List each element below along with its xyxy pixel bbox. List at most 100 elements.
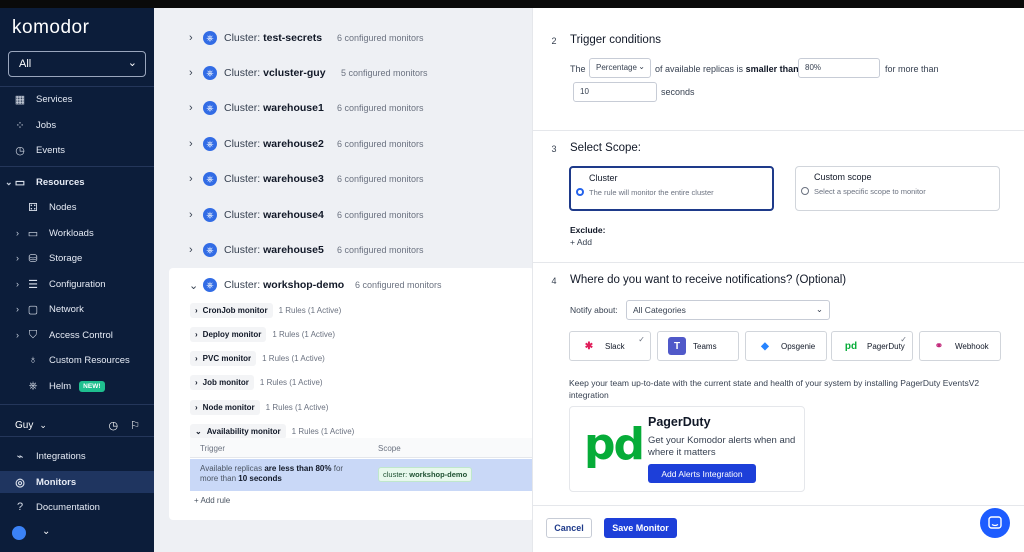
sidebar-item-network[interactable]: › ▢ Network [0,298,154,320]
kubernetes-icon: ⎈ [203,243,217,257]
monitor-count: 6 configured monitors [337,174,424,184]
add-alerts-integration-button[interactable]: Add Alerts Integration [648,464,756,483]
table-row[interactable]: Available replicas are less than 80% for… [190,459,532,491]
chevron-down-icon: ⌄ [815,304,823,314]
chevron-right-icon: › [16,253,19,263]
monitor-row[interactable]: › Deploy monitor 1 Rules (1 Active) [190,326,335,342]
sidebar-item-jobs[interactable]: ⁘ Jobs [0,114,154,136]
user-menu[interactable]: Guy ⌄ ◷ ⚐ [15,419,140,432]
plug-icon: ⌁ [16,450,24,463]
sidebar-item-resources[interactable]: ⌄ ▭ Resources [0,171,154,193]
seconds-input[interactable]: 10 [573,82,657,102]
bulb-icon: ♁ [28,354,38,366]
history-icon[interactable]: ◷ [109,419,119,432]
cluster-name: vcluster-guy [263,67,326,79]
sidebar-item-integrations[interactable]: ⌁ Integrations [0,445,154,467]
divider [533,262,1024,263]
monitor-row[interactable]: › CronJob monitor 1 Rules (1 Active) [190,302,341,318]
sidebar-item-helm[interactable]: ⎈ Helm NEW! [0,375,154,397]
teams-icon: T [668,337,686,355]
chevron-down-icon[interactable]: ⌄ [42,526,50,537]
radio-selected[interactable] [576,188,584,196]
step-number: 2 [551,36,557,46]
database-icon: ⛁ [28,252,38,265]
chevron-right-icon: › [189,138,193,150]
step-title: Select Scope: [570,142,641,154]
kubernetes-icon: ⎈ [203,31,217,45]
exclude-label: Exclude: [570,225,606,235]
help-icon: ? [16,501,24,513]
cluster-select[interactable]: All ⌄ [8,51,146,77]
cluster-row[interactable]: › ⎈ Cluster: test-secrets 6 configured m… [189,28,529,48]
scope-option-custom[interactable]: Custom scope Select a specific scope to … [795,166,1000,211]
sidebar-item-storage[interactable]: › ⛁ Storage [0,247,154,269]
cluster-row[interactable]: › ⎈ Cluster: vcluster-guy 5 configured m… [189,63,529,83]
cluster-row[interactable]: › ⎈ Cluster: warehouse2 6 configured mon… [189,134,529,154]
sidebar-item-documentation[interactable]: ? Documentation [0,496,154,518]
cluster-row-expanded[interactable]: ⌄ ⎈ Cluster: workshop-demo 6 configured … [189,275,529,295]
monitors-list: › ⎈ Cluster: test-secrets 6 configured m… [154,8,534,552]
step-title: Where do you want to receive notificatio… [570,274,847,286]
monitor-count: 6 configured monitors [337,210,424,220]
cluster-row[interactable]: › ⎈ Cluster: warehouse5 6 configured mon… [189,240,529,260]
add-rule-link[interactable]: + Add rule [194,496,230,505]
monitor-icon: ▢ [27,303,39,316]
chevron-right-icon: › [195,377,198,387]
channel-pagerduty[interactable]: pd PagerDuty ✓ [831,331,913,361]
komodor-logo: komodor [12,17,90,38]
step-title: Trigger conditions [570,34,661,46]
channel-teams[interactable]: T Teams [657,331,739,361]
cluster-name: warehouse5 [263,244,324,256]
window-icon: ▭ [27,227,39,240]
channel-slack[interactable]: ✱ Slack ✓ [569,331,651,361]
radio-unselected[interactable] [801,187,809,195]
grid-icon: ▦ [14,93,26,106]
divider [0,166,154,167]
cluster-row[interactable]: › ⎈ Cluster: warehouse4 6 configured mon… [189,205,529,225]
clock-icon: ◷ [15,144,25,157]
scope-option-cluster[interactable]: Cluster The rule will monitor the entire… [569,166,774,211]
monitor-row[interactable]: › Node monitor 1 Rules (1 Active) [190,399,328,415]
monitor-row[interactable]: › Job monitor 1 Rules (1 Active) [190,374,323,390]
monitor-row[interactable]: › PVC monitor 1 Rules (1 Active) [190,350,325,366]
chevron-right-icon: › [189,67,193,79]
cluster-name: warehouse4 [263,209,324,221]
chat-button[interactable] [980,508,1010,538]
sidebar-item-services[interactable]: ▦ Services [0,88,154,110]
cluster-row[interactable]: › ⎈ Cluster: warehouse3 6 configured mon… [189,169,529,189]
sidebar-item-workloads[interactable]: › ▭ Workloads [0,222,154,244]
new-badge: NEW! [79,380,105,392]
monitor-row[interactable]: ⌄ Availability monitor 1 Rules (1 Active) [190,423,354,439]
threshold-input[interactable]: 80% [798,58,880,78]
sidebar-item-custom-resources[interactable]: ♁ Custom Resources [0,349,154,371]
notify-categories-select[interactable]: All Categories ⌄ [626,300,830,320]
channel-opsgenie[interactable]: ◆ Opsgenie [745,331,827,361]
sidebar-item-nodes[interactable]: ⚃ Nodes [0,196,154,218]
cluster-name: warehouse2 [263,138,324,150]
folder-icon: ▭ [14,176,26,189]
list-icon: ☰ [28,278,38,291]
opsgenie-icon: ◆ [761,340,769,352]
flag-icon[interactable]: ⚐ [130,419,140,432]
trigger-cell: Available replicas are less than 80% for… [200,464,344,483]
channel-webhook[interactable]: ⚭ Webhook [919,331,1001,361]
avatar[interactable] [12,526,26,540]
step-number: 3 [551,144,557,154]
add-exclude-button[interactable]: + Add [570,237,592,247]
monitor-count: 5 configured monitors [341,68,428,78]
pagerduty-icon: pd [844,340,858,352]
kubernetes-icon: ⎈ [203,172,217,186]
chevron-right-icon: › [16,228,19,238]
save-monitor-button[interactable]: Save Monitor [604,518,677,538]
chevron-down-icon: ⌄ [195,426,202,436]
sidebar-item-access-control[interactable]: › ⛉ Access Control [0,324,154,346]
cluster-row[interactable]: › ⎈ Cluster: warehouse1 6 configured mon… [189,98,529,118]
sidebar-item-configuration[interactable]: › ☰ Configuration [0,273,154,295]
cancel-button[interactable]: Cancel [546,518,592,538]
monitor-count: 6 configured monitors [337,139,424,149]
chevron-right-icon: › [16,279,19,289]
kubernetes-icon: ⎈ [203,66,217,80]
percentage-select[interactable]: Percentage ⌄ [589,58,651,78]
sidebar-item-events[interactable]: ◷ Events [0,139,154,161]
sidebar-item-monitors[interactable]: ◎ Monitors [0,471,154,493]
